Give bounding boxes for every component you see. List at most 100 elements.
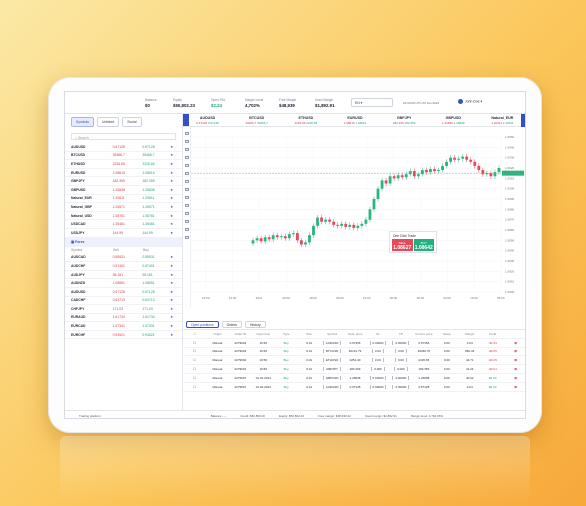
symbol-row[interactable]: EURUSD 1.08615 1.08615 ★ bbox=[65, 169, 182, 178]
symbol-sell[interactable]: 0.63713 bbox=[113, 298, 143, 302]
cell-sl[interactable]: 0.00 bbox=[367, 358, 390, 363]
symbol-row[interactable]: AUDCHF 0.57401 0.57401 ★ bbox=[65, 262, 182, 271]
ticker-item[interactable]: AUDUSD 0.67128 0.67128 bbox=[183, 114, 232, 126]
symbol-sell[interactable]: 1.20611 bbox=[113, 196, 143, 200]
symbol-buy[interactable]: 0.67128 bbox=[142, 145, 170, 149]
close-position-icon[interactable]: ⊠ bbox=[504, 367, 525, 371]
star-icon[interactable]: ★ bbox=[170, 162, 176, 166]
cell-symbol[interactable]: BTCUSD bbox=[321, 349, 344, 354]
ticker-item[interactable]: GBPJPY 182.359 182.359 bbox=[380, 114, 429, 126]
star-icon[interactable]: ★ bbox=[170, 222, 176, 226]
row-checkbox[interactable]: ☐ bbox=[183, 385, 206, 389]
cell-sl-box[interactable]: 0.00000 bbox=[369, 384, 387, 389]
ticker-item[interactable]: GBPUSD 1.26838 1.26838 bbox=[429, 114, 478, 126]
cell-symbol[interactable]: GBPJPY bbox=[321, 367, 344, 372]
symbol-row[interactable]: GBPJPY 182.359 182.359 ★ bbox=[65, 177, 182, 186]
ticker-item[interactable]: BTCUSD 39466.7 39466.7 bbox=[232, 114, 281, 126]
column-header[interactable]: Size bbox=[298, 332, 321, 336]
trash-icon[interactable] bbox=[184, 236, 189, 239]
symbol-row[interactable]: AUDCAD 0.89531 0.89531 ★ bbox=[65, 254, 182, 263]
star-icon[interactable]: ★ bbox=[170, 196, 176, 200]
cell-tp[interactable]: 0.00 bbox=[389, 349, 412, 354]
column-header[interactable]: Current price bbox=[412, 332, 435, 336]
close-position-icon[interactable]: ⊠ bbox=[504, 385, 525, 389]
table-row[interactable]: ☐ Manual 2279597 01.02.2024 Buy 0.01 GBPUSD 1.2… bbox=[183, 374, 525, 383]
symbol-row[interactable]: AUDNZD 1.08651 1.08651 ★ bbox=[65, 279, 182, 288]
symbol-buy[interactable]: 0.63713 bbox=[142, 298, 170, 302]
symbol-buy[interactable]: 1.61734 bbox=[142, 315, 170, 319]
symbol-row[interactable]: AUDUSD 0.67128 0.67128 ★ bbox=[65, 143, 182, 152]
star-icon[interactable]: ★ bbox=[170, 214, 176, 218]
close-position-icon[interactable]: ⊠ bbox=[504, 376, 525, 380]
cell-symbol-box[interactable]: BTCUSD bbox=[322, 349, 342, 354]
line-tool-icon[interactable] bbox=[184, 148, 189, 151]
cursor-icon[interactable] bbox=[184, 132, 189, 135]
symbol-buy[interactable]: 1.08615 bbox=[142, 171, 170, 175]
cell-symbol-box[interactable]: AUDUSD bbox=[322, 340, 342, 345]
cell-sl-box[interactable]: 0.00 bbox=[372, 349, 384, 354]
column-header[interactable]: Swap bbox=[435, 332, 458, 336]
row-checkbox[interactable]: ☐ bbox=[183, 341, 206, 345]
column-header[interactable]: SL bbox=[367, 332, 390, 336]
buy-button[interactable]: BUY 1.08642 bbox=[413, 239, 434, 251]
close-position-icon[interactable]: ⊠ bbox=[504, 349, 525, 353]
symbol-buy[interactable]: 98.181 bbox=[142, 273, 170, 277]
fib-tool-icon[interactable] bbox=[184, 180, 189, 183]
cell-sl-box[interactable]: 0.00000 bbox=[369, 375, 387, 380]
cell-tp-box[interactable]: 0.00 bbox=[394, 358, 407, 363]
star-icon[interactable]: ★ bbox=[170, 281, 176, 285]
symbol-buy[interactable]: 2226.65 bbox=[142, 162, 170, 166]
cell-symbol-box[interactable]: AUDUSD bbox=[322, 384, 342, 389]
magnet-icon[interactable] bbox=[184, 212, 189, 215]
zoom-icon[interactable] bbox=[184, 204, 189, 207]
symbol-buy[interactable]: 0.57401 bbox=[142, 264, 170, 268]
cell-sl[interactable]: 0.000 bbox=[367, 367, 390, 372]
chart-canvas[interactable]: 1.0950 1.0940 1.0930 1.0920 1.0910 1.0900 1.08… bbox=[191, 127, 526, 315]
shape-tool-icon[interactable] bbox=[184, 188, 189, 191]
symbol-row[interactable]: Natural_GBP 1.26571 1.26571 ★ bbox=[65, 203, 182, 212]
cell-symbol[interactable]: AUDUSD bbox=[321, 384, 344, 389]
tab-history[interactable]: History bbox=[245, 320, 266, 328]
symbol-row[interactable]: AUDUSD 0.67128 0.67128 ★ bbox=[65, 288, 182, 297]
symbol-sell[interactable]: 0.57401 bbox=[113, 264, 143, 268]
cell-tp-box[interactable]: 0.00000 bbox=[392, 384, 410, 389]
star-icon[interactable]: ★ bbox=[170, 205, 176, 209]
symbol-sell[interactable]: 1.08761 bbox=[113, 214, 143, 218]
close-position-icon[interactable]: ⊠ bbox=[504, 358, 525, 362]
crosshair-icon[interactable] bbox=[184, 140, 189, 143]
pen-icon[interactable] bbox=[184, 164, 189, 167]
column-header[interactable]: Profit bbox=[481, 332, 504, 336]
symbol-buy[interactable]: 182.359 bbox=[142, 179, 170, 183]
table-row[interactable]: ☐ Manual 2279601 16:56 Buy 0.01 GBPJPY 182.369 0… bbox=[183, 365, 525, 374]
symbol-buy[interactable]: 0.89531 bbox=[142, 255, 170, 259]
sell-button[interactable]: SELL 1.08627 bbox=[392, 239, 413, 251]
cell-sl[interactable]: 0.00000 bbox=[367, 375, 390, 380]
symbol-buy[interactable]: 1.26838 bbox=[142, 188, 170, 192]
column-header[interactable]: Order ID bbox=[229, 332, 252, 336]
text-tool-icon[interactable] bbox=[184, 172, 189, 175]
column-header[interactable]: Type bbox=[275, 332, 298, 336]
star-icon[interactable]: ★ bbox=[170, 188, 176, 192]
star-icon[interactable]: ★ bbox=[170, 315, 176, 319]
cell-tp-box[interactable]: 0.00000 bbox=[392, 375, 410, 380]
cell-tp[interactable]: 0.000 bbox=[389, 367, 412, 372]
column-header[interactable]: Symbol bbox=[321, 332, 344, 336]
symbol-sell[interactable]: 1.47331 bbox=[113, 324, 143, 328]
star-icon[interactable]: ★ bbox=[170, 153, 176, 157]
symbol-sell[interactable]: 0.67128 bbox=[113, 290, 143, 294]
ticker-item[interactable]: Natural_EUR 1.20611 1.20611 bbox=[478, 114, 525, 126]
symbol-buy[interactable]: 171.03 bbox=[142, 307, 170, 311]
symbol-sell[interactable]: 1.61734 bbox=[113, 315, 143, 319]
cell-sl-box[interactable]: 0.00000 bbox=[369, 340, 387, 345]
cell-symbol[interactable]: AUDUSD bbox=[321, 340, 344, 345]
cell-sl[interactable]: 0.00000 bbox=[367, 340, 390, 345]
price-chart[interactable]: 1.0950 1.0940 1.0930 1.0920 1.0910 1.0900 1.08… bbox=[191, 127, 526, 315]
close-position-icon[interactable]: ⊠ bbox=[504, 341, 525, 345]
table-row[interactable]: ☐ Manual 2279597 01.02.2024 Buy 0.01 AUDUSD 0.6… bbox=[183, 383, 525, 392]
star-icon[interactable]: ★ bbox=[170, 333, 176, 337]
tab-symbols[interactable]: Symbols bbox=[71, 117, 95, 127]
symbol-row[interactable]: USDCAD 1.35461 1.35461 ★ bbox=[65, 220, 182, 229]
symbol-buy[interactable]: 0.94521 bbox=[142, 333, 170, 337]
star-icon[interactable]: ★ bbox=[170, 298, 176, 302]
ray-tool-icon[interactable] bbox=[184, 156, 189, 159]
